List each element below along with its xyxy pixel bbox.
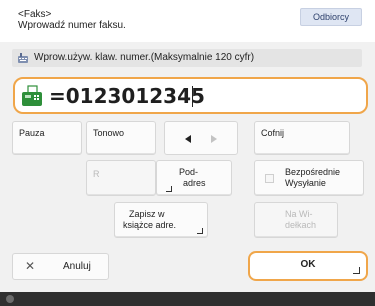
pause-button[interactable]: Pauza <box>12 121 82 155</box>
r-label: R <box>93 169 100 179</box>
screen-subtitle: Wprowadź numer faksu. <box>18 20 126 31</box>
tone-label: Tonowo <box>93 128 125 138</box>
cursor-arrows[interactable] <box>164 121 238 155</box>
keyboard-icon <box>18 53 28 63</box>
arrow-left-icon[interactable] <box>185 135 191 143</box>
pause-label: Pauza <box>19 128 45 138</box>
instruction-bar: Wprow.używ. klaw. numer.(Maksymalnie 120… <box>12 49 362 67</box>
tone-button[interactable]: Tonowo <box>86 121 156 155</box>
save-label-line1: Zapisz w <box>129 209 165 219</box>
corner-mark-icon <box>353 267 360 274</box>
instruction-text: Wprow.używ. klaw. numer.(Maksymalnie 120… <box>34 52 255 63</box>
direct-send-label-line2: Wysyłanie <box>285 178 326 188</box>
cancel-label: Anuluj <box>63 261 91 272</box>
fax-number-field[interactable]: =0123012345 <box>13 77 368 114</box>
direct-send-button[interactable]: Bezpośrednie Wysyłanie <box>254 160 364 196</box>
save-to-address-book-button[interactable]: Zapisz w książce adre. <box>114 202 208 238</box>
subaddress-button[interactable]: Pod- adres <box>156 160 232 196</box>
on-hook-label-line1: Na Wi- <box>285 209 313 219</box>
r-button: R <box>86 160 156 196</box>
backspace-button[interactable]: Cofnij <box>254 121 350 155</box>
text-caret <box>192 86 193 107</box>
subaddress-label-line1: Pod- <box>179 167 199 177</box>
ok-label: OK <box>300 259 316 270</box>
arrow-right-icon <box>211 135 217 143</box>
cancel-button[interactable]: ✕ Anuluj <box>12 253 109 280</box>
close-icon: ✕ <box>25 259 36 273</box>
on-hook-label-line2: dełkach <box>285 220 317 230</box>
screen-title: <Faks> <box>18 9 52 20</box>
direct-send-checkbox[interactable] <box>265 174 274 183</box>
corner-mark-icon <box>166 186 172 192</box>
direct-send-label-line1: Bezpośrednie <box>285 167 341 177</box>
backspace-label: Cofnij <box>261 128 285 138</box>
fax-number-value: =0123012345 <box>49 84 205 108</box>
status-bar <box>0 292 375 306</box>
ok-button[interactable]: OK <box>248 251 368 281</box>
on-hook-button: Na Wi- dełkach <box>254 202 338 238</box>
status-icon <box>6 295 14 303</box>
fax-icon <box>22 85 42 106</box>
corner-mark-icon <box>197 228 203 234</box>
header: <Faks> Wprowadź numer faksu. Odbiorcy <box>0 0 375 42</box>
subaddress-label-line2: adres <box>183 178 206 188</box>
save-label-line2: książce adre. <box>123 220 177 230</box>
recipients-button[interactable]: Odbiorcy <box>300 8 362 26</box>
